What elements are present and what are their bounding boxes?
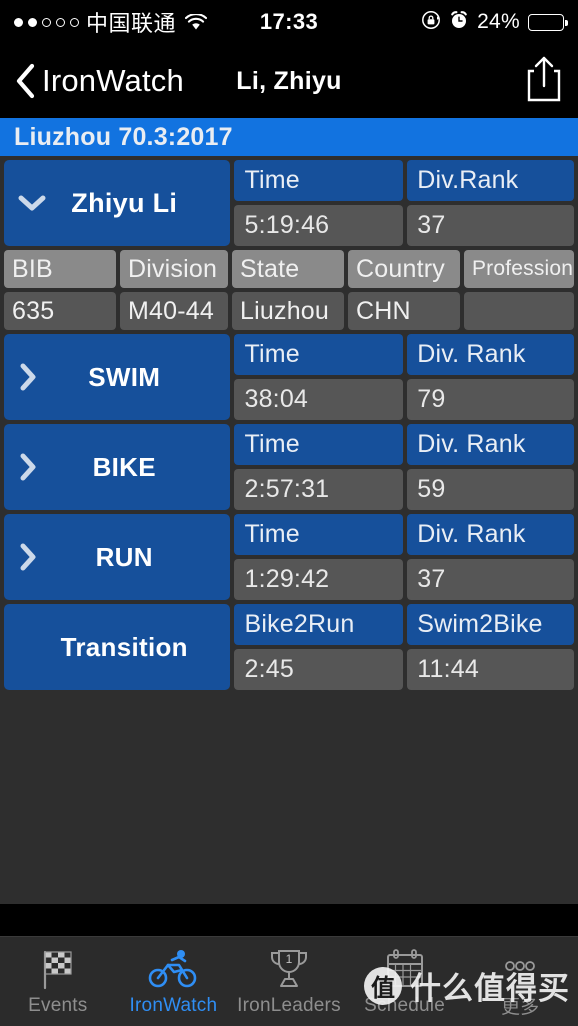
info-header-bib: BIB bbox=[4, 250, 116, 288]
more-dots-icon bbox=[498, 944, 542, 988]
split-row: SWIM Time 38:04 Div. Rank 79 bbox=[0, 334, 578, 424]
athlete-summary-row: Zhiyu Li Time 5:19:46 Div.Rank 37 bbox=[0, 160, 578, 250]
info-value-country: CHN bbox=[348, 292, 460, 330]
tab-label-ironwatch: IronWatch bbox=[129, 994, 218, 1016]
split-col1-value: 1:29:42 bbox=[234, 559, 404, 600]
split-col1-label: Bike2Run bbox=[234, 604, 404, 645]
share-button[interactable] bbox=[524, 55, 564, 108]
svg-text:1: 1 bbox=[286, 952, 293, 966]
results-table: Zhiyu Li Time 5:19:46 Div.Rank 37 BIB Di… bbox=[0, 156, 578, 904]
info-value-profession bbox=[463, 292, 574, 330]
athlete-time-column: Time 5:19:46 bbox=[234, 160, 404, 246]
split-col2-value: 37 bbox=[407, 559, 574, 600]
athlete-time-value: 5:19:46 bbox=[234, 205, 404, 246]
athlete-info-block: BIB Division State Country Profession 63… bbox=[0, 250, 578, 334]
athlete-rank-value: 37 bbox=[407, 205, 574, 246]
chevron-right-icon bbox=[18, 362, 38, 392]
tab-label-more: 更多 bbox=[500, 997, 540, 1018]
split-name: SWIM bbox=[88, 361, 161, 392]
split-row: Transition Bike2Run 2:45 Swim2Bike 11:44 bbox=[0, 604, 578, 694]
chevron-right-icon bbox=[18, 542, 38, 572]
tab-events[interactable]: Events bbox=[0, 937, 116, 1026]
back-button[interactable]: IronWatch bbox=[14, 62, 184, 100]
split-label-cell[interactable]: Transition bbox=[4, 604, 231, 690]
battery-percentage: 24% bbox=[477, 10, 520, 33]
athlete-info-values: 635 M40-44 Liuzhou CHN bbox=[4, 292, 574, 330]
split-col1-value: 38:04 bbox=[234, 379, 404, 420]
battery-icon bbox=[528, 13, 568, 31]
split-name: BIKE bbox=[92, 451, 156, 482]
athlete-rank-column: Div.Rank 37 bbox=[407, 160, 574, 246]
chevron-down-icon bbox=[18, 194, 46, 212]
cyclist-icon bbox=[148, 947, 198, 991]
split-col1: Time 38:04 bbox=[234, 334, 404, 420]
checkered-flag-icon bbox=[36, 947, 80, 991]
trophy-icon: 1 bbox=[266, 947, 312, 991]
split-label-cell[interactable]: BIKE bbox=[4, 424, 231, 510]
split-col2-label: Div. Rank bbox=[407, 334, 574, 375]
split-col2: Div. Rank 59 bbox=[407, 424, 574, 510]
split-label-cell[interactable]: RUN bbox=[4, 514, 231, 600]
tab-more[interactable]: 更多 bbox=[462, 937, 578, 1026]
info-value-division: M40-44 bbox=[119, 292, 229, 330]
split-col2: Div. Rank 79 bbox=[407, 334, 574, 420]
tab-schedule[interactable]: Schedule bbox=[347, 937, 463, 1026]
split-col1: Bike2Run 2:45 bbox=[234, 604, 404, 690]
tab-ironleaders[interactable]: 1 IronLeaders bbox=[231, 937, 347, 1026]
split-col2: Swim2Bike 11:44 bbox=[407, 604, 574, 690]
tab-label-schedule: Schedule bbox=[364, 994, 445, 1016]
split-label-cell[interactable]: SWIM bbox=[4, 334, 231, 420]
status-bar: 中国联通 17:33 24% bbox=[0, 0, 578, 44]
athlete-rank-label: Div.Rank bbox=[407, 160, 574, 201]
split-col1-label: Time bbox=[234, 334, 404, 375]
athlete-name-cell[interactable]: Zhiyu Li bbox=[4, 160, 231, 246]
split-col1-value: 2:45 bbox=[234, 649, 404, 690]
split-col1-label: Time bbox=[234, 514, 404, 555]
chevron-left-icon bbox=[14, 62, 36, 100]
split-col2-value: 79 bbox=[407, 379, 574, 420]
event-title: Liuzhou 70.3:2017 bbox=[14, 122, 233, 151]
split-col2-value: 59 bbox=[407, 469, 574, 510]
split-col2-label: Swim2Bike bbox=[407, 604, 574, 645]
rotation-lock-icon bbox=[421, 10, 441, 35]
info-header-country: Country bbox=[348, 250, 460, 288]
split-col1-label: Time bbox=[234, 424, 404, 465]
split-row: RUN Time 1:29:42 Div. Rank 37 bbox=[0, 514, 578, 604]
athlete-time-label: Time bbox=[234, 160, 404, 201]
share-icon bbox=[524, 56, 564, 107]
tab-label-events: Events bbox=[28, 994, 88, 1016]
tab-bar: Events IronWatch 1 IronLeaders Schedule … bbox=[0, 936, 578, 1026]
split-name: Transition bbox=[60, 631, 188, 662]
split-col2: Div. Rank 37 bbox=[407, 514, 574, 600]
calendar-icon bbox=[383, 947, 427, 991]
info-header-division: Division bbox=[119, 250, 229, 288]
tab-ironwatch[interactable]: IronWatch bbox=[116, 937, 232, 1026]
status-bar-right: 24% bbox=[421, 10, 568, 35]
alarm-clock-icon bbox=[449, 10, 469, 35]
split-col1-value: 2:57:31 bbox=[234, 469, 404, 510]
split-col2-value: 11:44 bbox=[407, 649, 574, 690]
info-header-profession: Profession bbox=[463, 250, 574, 288]
split-col1: Time 2:57:31 bbox=[234, 424, 404, 510]
info-value-bib: 635 bbox=[4, 292, 116, 330]
split-col2-label: Div. Rank bbox=[407, 424, 574, 465]
split-name: RUN bbox=[95, 541, 153, 572]
back-button-label: IronWatch bbox=[42, 63, 184, 98]
split-col1: Time 1:29:42 bbox=[234, 514, 404, 600]
info-header-state: State bbox=[232, 250, 344, 288]
navigation-bar: IronWatch Li, Zhiyu bbox=[0, 44, 578, 118]
info-value-state: Liuzhou bbox=[232, 292, 344, 330]
athlete-info-headers: BIB Division State Country Profession bbox=[4, 250, 574, 288]
chevron-right-icon bbox=[18, 452, 38, 482]
split-col2-label: Div. Rank bbox=[407, 514, 574, 555]
tab-label-ironleaders: IronLeaders bbox=[237, 994, 341, 1016]
split-row: BIKE Time 2:57:31 Div. Rank 59 bbox=[0, 424, 578, 514]
split-rows-container: SWIM Time 38:04 Div. Rank 79 BIKE Time 2:57:31 D… bbox=[0, 334, 578, 694]
event-header: Liuzhou 70.3:2017 bbox=[0, 118, 578, 156]
